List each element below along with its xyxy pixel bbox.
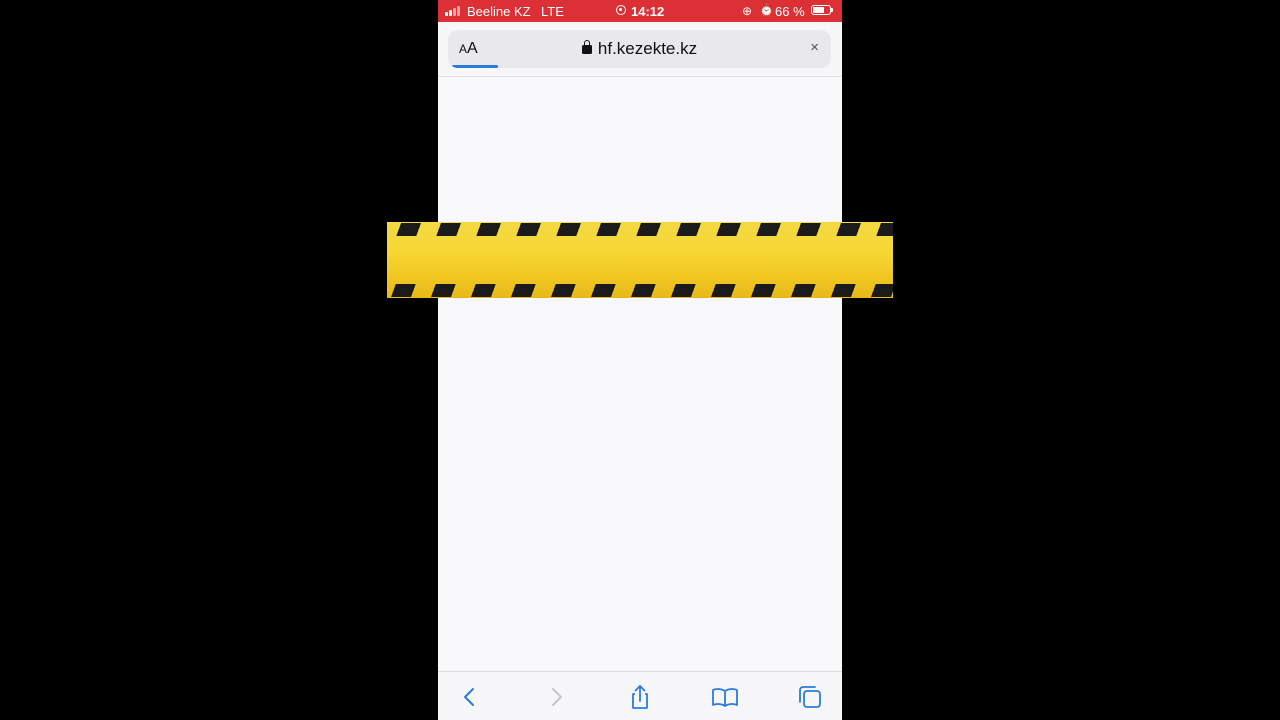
cellular-signal-icon xyxy=(445,5,463,16)
caution-tape-bottom-stripes xyxy=(391,284,893,297)
alarm-icon: ⏰ xyxy=(759,3,774,17)
url-display[interactable]: hf.kezekte.kz xyxy=(448,39,831,59)
caution-tape-top-stripes xyxy=(396,223,893,236)
caution-tape-overlay xyxy=(387,222,893,298)
back-icon xyxy=(464,688,474,706)
carrier-name: Beeline KZ xyxy=(467,4,531,19)
address-bar[interactable]: AA hf.kezekte.kz × xyxy=(448,30,831,68)
stop-loading-button[interactable]: × xyxy=(810,39,819,56)
battery-percentage: 66 % xyxy=(775,4,805,19)
phone-screen: Beeline KZ LTE 14:12 ⊕ ⏰ 66 % AA hf.keze… xyxy=(438,0,842,720)
tabs-icon xyxy=(799,686,821,708)
bookmarks-icon xyxy=(712,688,738,707)
network-type: LTE xyxy=(541,4,564,19)
back-button[interactable] xyxy=(455,682,485,712)
page-load-progress-bar xyxy=(452,65,498,68)
tabs-button[interactable] xyxy=(795,682,825,712)
share-icon xyxy=(632,685,648,709)
orientation-lock-icon: ⊕ xyxy=(742,4,753,18)
forward-button[interactable] xyxy=(541,682,571,712)
web-page-content xyxy=(438,77,842,671)
battery-icon xyxy=(811,5,833,15)
screen-recording-icon xyxy=(616,5,626,15)
url-text: hf.kezekte.kz xyxy=(597,39,698,58)
share-button[interactable] xyxy=(625,682,655,712)
status-bar: Beeline KZ LTE 14:12 ⊕ ⏰ 66 % xyxy=(438,0,842,22)
clock: 14:12 xyxy=(631,4,665,19)
bookmarks-button[interactable] xyxy=(710,682,740,712)
lock-icon xyxy=(581,40,592,54)
forward-icon xyxy=(552,688,562,706)
browser-toolbar xyxy=(438,671,842,720)
browser-address-area: AA hf.kezekte.kz × xyxy=(438,22,842,77)
